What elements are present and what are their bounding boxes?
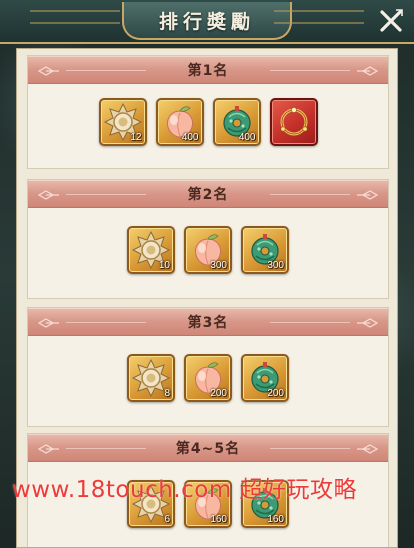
reward-quantity: 10 (158, 260, 170, 271)
reward-quantity: 12 (130, 132, 142, 143)
reward-quantity: 8 (164, 388, 170, 399)
reward-item[interactable]: 400 (212, 98, 261, 146)
header-rule (270, 448, 350, 449)
reward-quantity: 200 (210, 388, 227, 399)
title-left-ornament (30, 10, 120, 24)
reward-quantity: 160 (210, 514, 227, 525)
header-rule (270, 194, 350, 195)
reward-row: 12 400 400 (28, 98, 388, 146)
close-icon (380, 9, 403, 32)
cloud-ornament-icon (38, 190, 59, 200)
header-rule (66, 322, 146, 323)
page-title: 排行奬勵 (158, 10, 255, 33)
title-plate: 排行奬勵 (122, 2, 292, 40)
cloud-ornament-icon (357, 444, 378, 454)
rank-label: 第3名 (187, 315, 229, 331)
cloud-ornament-icon (357, 190, 378, 200)
header-rule (270, 322, 350, 323)
rank-label: 第4~5名 (175, 441, 241, 457)
reward-item[interactable]: 300 (241, 226, 289, 274)
rank-header: 第3名 (28, 308, 388, 336)
reward-row: 8 200 200 (28, 354, 388, 402)
rank-header: 第2名 (28, 180, 388, 208)
site-watermark: www.18touch.com 超好玩攻略 (12, 477, 358, 503)
reward-row: 10 300 300 (28, 226, 388, 274)
rank-header: 第1名 (28, 56, 388, 84)
reward-item[interactable]: 8 (127, 354, 175, 402)
rank-section-3: 第3名 8 200 200 (27, 307, 389, 427)
reward-item[interactable]: 10 (127, 226, 175, 274)
reward-item[interactable]: 300 (184, 226, 232, 274)
header-rule (66, 70, 146, 71)
reward-quantity: 160 (267, 514, 284, 525)
header-rule (270, 70, 350, 71)
cloud-ornament-icon (357, 66, 378, 76)
title-bar: 排行奬勵 (0, 0, 414, 44)
ruby-ring-icon (274, 102, 314, 142)
reward-item[interactable]: 400 (155, 98, 204, 146)
reward-quantity: 400 (238, 132, 256, 143)
header-rule (66, 194, 146, 195)
rank-header: 第4~5名 (28, 434, 388, 462)
rank-label: 第1名 (187, 63, 229, 79)
close-button[interactable] (374, 4, 408, 38)
reward-quantity: 300 (267, 260, 284, 271)
cloud-ornament-icon (38, 66, 59, 76)
reward-quantity: 6 (164, 514, 170, 525)
rank-label: 第2名 (187, 187, 229, 203)
reward-quantity: 400 (181, 132, 199, 143)
rank-section-2: 第2名 10 300 300 (27, 179, 389, 299)
reward-item[interactable]: 12 (98, 98, 147, 146)
cloud-ornament-icon (38, 444, 59, 454)
header-rule (66, 448, 146, 449)
title-right-ornament (274, 10, 364, 24)
cloud-ornament-icon (38, 318, 59, 328)
reward-item[interactable] (269, 98, 318, 146)
reward-item[interactable]: 200 (184, 354, 232, 402)
rank-section-1: 第1名 12 400 400 (27, 55, 389, 169)
reward-item[interactable]: 200 (241, 354, 289, 402)
reward-quantity: 300 (210, 260, 227, 271)
reward-quantity: 200 (267, 388, 284, 399)
cloud-ornament-icon (357, 318, 378, 328)
